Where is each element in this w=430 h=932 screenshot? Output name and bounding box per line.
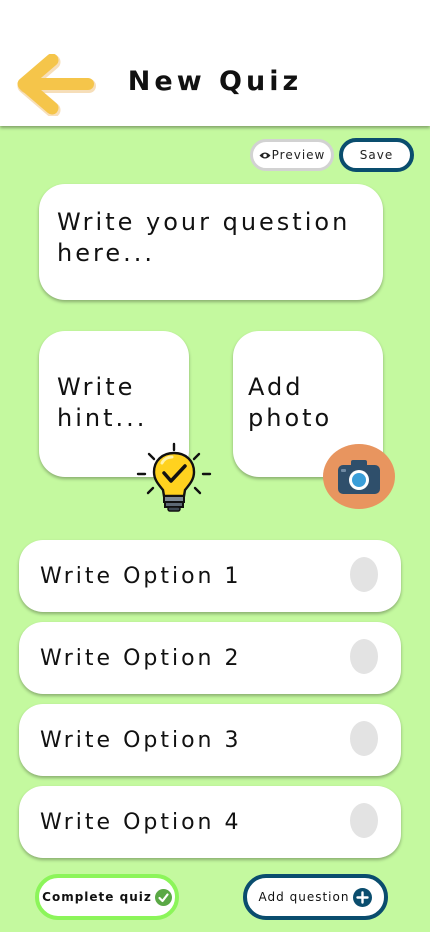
eye-icon (259, 152, 271, 158)
add-photo-label: Add photo (248, 373, 333, 432)
option-field-1[interactable]: Write Option 1 (19, 540, 401, 612)
option-placeholder: Write Option 1 (40, 564, 242, 589)
option-placeholder: Write Option 2 (40, 646, 242, 671)
option-field-2[interactable]: Write Option 2 (19, 622, 401, 694)
correct-option-radio[interactable] (350, 721, 378, 756)
check-circle-icon (154, 888, 172, 906)
plus-circle-icon (353, 887, 373, 907)
camera-button[interactable] (323, 444, 395, 509)
save-label: Save (359, 148, 394, 162)
preview-label: Preview (271, 148, 326, 162)
add-question-button[interactable]: Add question (243, 874, 388, 920)
add-question-label: Add question (258, 890, 350, 904)
correct-option-radio[interactable] (350, 803, 378, 838)
complete-quiz-button[interactable]: Complete quiz (35, 874, 179, 920)
camera-icon (338, 459, 380, 494)
option-placeholder: Write Option 3 (40, 728, 242, 753)
preview-button[interactable]: Preview (250, 139, 334, 171)
question-placeholder: Write your question here... (57, 208, 351, 267)
option-placeholder: Write Option 4 (40, 810, 242, 835)
correct-option-radio[interactable] (350, 639, 378, 674)
option-field-3[interactable]: Write Option 3 (19, 704, 401, 776)
question-field[interactable]: Write your question here... (39, 184, 383, 300)
page-title: New Quiz (127, 66, 303, 97)
app-header: New Quiz (0, 0, 430, 126)
save-button[interactable]: Save (339, 138, 414, 172)
complete-quiz-label: Complete quiz (42, 890, 152, 904)
hint-placeholder: Write hint... (57, 373, 148, 432)
lightbulb-check-icon (136, 442, 212, 512)
correct-option-radio[interactable] (350, 557, 378, 592)
option-field-4[interactable]: Write Option 4 (19, 786, 401, 858)
